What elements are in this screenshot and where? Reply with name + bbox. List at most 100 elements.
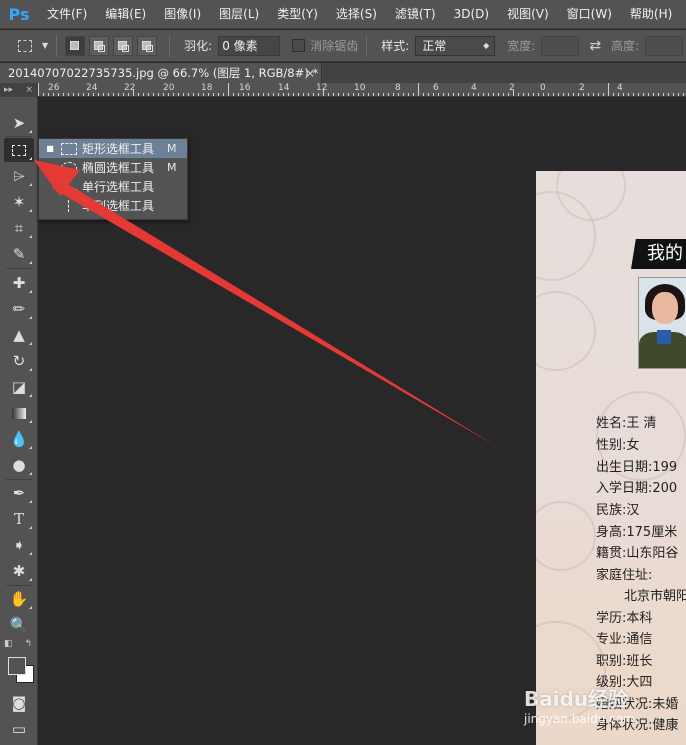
quick-mask-tool[interactable]: ◙ <box>4 691 34 715</box>
ruler-tick <box>183 93 184 96</box>
ruler-tick <box>213 93 214 96</box>
close-icon[interactable]: × <box>305 63 315 83</box>
eyedropper-tool[interactable]: ✎ <box>4 242 34 266</box>
ruler-tick <box>98 93 99 96</box>
screen-mode-tool[interactable]: ▭ <box>4 717 34 741</box>
info-ethnicity: 民族:汉 <box>596 503 640 518</box>
ruler-tick <box>48 93 49 96</box>
ruler-tick <box>123 93 124 96</box>
width-input[interactable] <box>541 35 580 56</box>
subtract-from-selection-button[interactable] <box>113 35 134 56</box>
ruler-tick <box>443 93 444 96</box>
menu-type[interactable]: 类型(Y) <box>268 0 327 29</box>
ruler-tick <box>663 93 664 96</box>
flyout-item-column-marquee[interactable]: 单列选框工具 <box>39 196 187 215</box>
ruler-tick <box>308 93 309 96</box>
magic-wand-icon: ✶ <box>12 193 26 211</box>
ruler-tick <box>283 93 284 96</box>
shape-tool[interactable]: ✱ <box>4 559 34 583</box>
height-input[interactable] <box>645 35 684 56</box>
info-address: 北京市朝阳 <box>624 589 686 604</box>
antialias-checkbox[interactable] <box>292 39 306 52</box>
dodge-tool[interactable]: ● <box>4 453 34 477</box>
ruler-tick <box>448 93 449 96</box>
ruler-tick <box>633 93 634 96</box>
info-height: 身高:175厘米 <box>596 525 678 540</box>
pen-tool[interactable]: ✒ <box>4 481 34 505</box>
menu-3d[interactable]: 3D(D) <box>445 0 498 29</box>
menu-layer[interactable]: 图层(L) <box>210 0 268 29</box>
menu-image[interactable]: 图像(I) <box>155 0 210 29</box>
polygonal-lasso-tool[interactable]: ⌲ <box>4 164 34 188</box>
dodge-icon: ● <box>12 456 26 474</box>
ruler-tick <box>358 93 359 96</box>
document-tab[interactable]: 20140707022735735.jpg @ 66.7% (图层 1, RGB… <box>0 63 322 83</box>
ruler-tick <box>503 93 504 96</box>
blur-tool[interactable]: 💧 <box>4 427 34 451</box>
flyout-item-rect-marquee[interactable]: ■ 矩形选框工具 M <box>39 139 187 158</box>
ruler-tick <box>623 93 624 96</box>
ruler-tick <box>338 93 339 96</box>
ruler-tick <box>263 93 264 96</box>
type-tool[interactable]: T <box>4 507 34 531</box>
menu-filter[interactable]: 滤镜(T) <box>386 0 445 29</box>
swap-icon[interactable]: ⇄ <box>589 38 601 54</box>
move-tool[interactable]: ➤ <box>4 111 34 135</box>
ruler-tick <box>573 93 574 96</box>
close-icon[interactable]: × <box>25 83 33 97</box>
path-selection-tool[interactable]: ➧ <box>4 533 34 557</box>
menu-file[interactable]: 文件(F) <box>38 0 96 29</box>
menu-view[interactable]: 视图(V) <box>498 0 558 29</box>
ruler-tick <box>438 93 439 96</box>
color-swatches[interactable]: ◧ ↰ <box>4 639 34 689</box>
eraser-tool[interactable]: ◪ <box>4 375 34 399</box>
menu-edit[interactable]: 编辑(E) <box>96 0 155 29</box>
collapse-icon[interactable]: ▸▸ <box>4 83 13 97</box>
history-brush-tool[interactable]: ↻ <box>4 349 34 373</box>
brush-tool[interactable]: ✏ <box>4 297 34 321</box>
ruler-tick <box>323 90 324 96</box>
ruler-tick <box>523 93 524 96</box>
ruler-tick <box>588 93 589 96</box>
tool-preset-icon[interactable] <box>18 39 32 52</box>
ruler-tick <box>408 93 409 96</box>
info-birthdate: 出生日期:199 <box>596 460 678 475</box>
zoom-tool[interactable]: 🔍 <box>4 613 34 637</box>
ruler-tick <box>423 93 424 96</box>
spot-healing-tool[interactable]: ✚ <box>4 271 34 295</box>
pen-icon: ✒ <box>12 484 26 502</box>
ruler-tick <box>428 93 429 96</box>
chevron-down-icon[interactable]: ▼ <box>42 41 48 50</box>
style-select[interactable]: 正常 ◆ <box>415 35 496 56</box>
new-selection-button[interactable] <box>65 35 86 56</box>
photoshop-logo: Ps <box>8 4 30 24</box>
ruler-tick <box>128 93 129 96</box>
horizontal-ruler: 26 24 22 20 18 16 14 12 10 8 6 4 2 0 2 4 <box>38 83 686 97</box>
ruler-tick <box>53 93 54 96</box>
intersect-selection-button[interactable] <box>137 35 158 56</box>
crop-tool[interactable]: ⌗ <box>4 216 34 240</box>
flyout-item-row-marquee[interactable]: 单行选框工具 <box>39 177 187 196</box>
ruler-tick <box>683 93 684 96</box>
ruler-label: 16 <box>239 83 251 93</box>
ruler-label: 4 <box>617 83 623 93</box>
style-value: 正常 <box>422 38 447 53</box>
add-to-selection-button[interactable] <box>89 35 110 56</box>
menu-window[interactable]: 窗口(W) <box>558 0 621 29</box>
clone-stamp-tool[interactable]: ▲ <box>4 323 34 347</box>
magic-wand-tool[interactable]: ✶ <box>4 190 34 214</box>
ruler-tick <box>348 93 349 96</box>
ruler-label: 8 <box>395 83 401 93</box>
menu-help[interactable]: 帮助(H) <box>621 0 681 29</box>
hand-tool[interactable]: ✋ <box>4 587 34 611</box>
flyout-item-ellipse-marquee[interactable]: 椭圆选框工具 M <box>39 158 187 177</box>
menu-select[interactable]: 选择(S) <box>327 0 386 29</box>
ruler-tick <box>288 93 289 96</box>
ruler-label: 0 <box>540 83 546 93</box>
feather-input[interactable]: 0 像素 <box>218 35 281 56</box>
ruler-tick <box>153 93 154 96</box>
rect-marquee-tool[interactable] <box>4 138 34 162</box>
gradient-tool[interactable] <box>4 401 34 425</box>
flyout-item-label: 椭圆选框工具 <box>82 161 155 175</box>
ruler-label: 26 <box>48 83 60 93</box>
